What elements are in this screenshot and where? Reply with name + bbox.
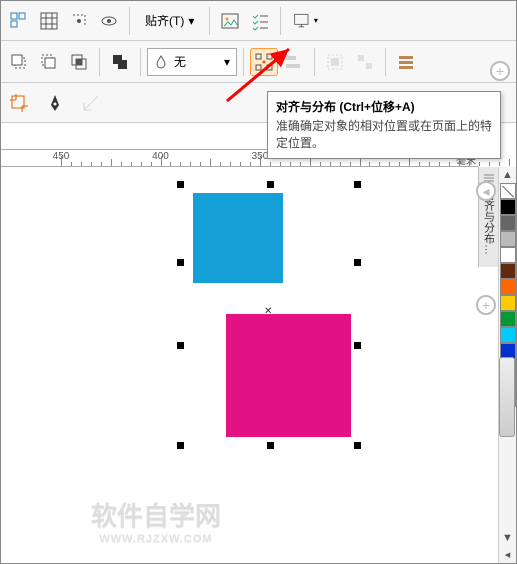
intersect-icon[interactable]	[65, 48, 93, 76]
sizing-icon[interactable]	[77, 89, 105, 117]
ungroup-icon[interactable]	[351, 48, 379, 76]
tooltip-title: 对齐与分布 (Ctrl+位移+A)	[276, 98, 492, 115]
group-icon[interactable]	[321, 48, 349, 76]
add-docker-button[interactable]: ◂	[476, 181, 496, 201]
scrollbar-thumb[interactable]	[499, 357, 515, 437]
color-swatch[interactable]	[500, 215, 516, 231]
palette-up-arrow[interactable]: ▲	[499, 167, 516, 183]
canvas-area[interactable]: ✕ 软件自学网 WWW.RJZXW.COM	[1, 167, 478, 563]
front-layer-icon[interactable]	[35, 48, 63, 76]
separator	[314, 48, 315, 76]
dropdown-arrow-icon: ▾	[188, 14, 194, 28]
color-swatch[interactable]	[500, 199, 516, 215]
tooltip-body: 准确确定对象的相对位置或在页面上的特定位置。	[276, 118, 492, 152]
pen-tool-icon[interactable]	[41, 89, 69, 117]
selection-handle[interactable]	[354, 259, 361, 266]
tooltip: 对齐与分布 (Ctrl+位移+A) 准确确定对象的相对位置或在页面上的特定位置。	[267, 91, 501, 159]
selection-handle[interactable]	[354, 181, 361, 188]
align-distribute-button[interactable]	[250, 48, 278, 76]
watermark: 软件自学网 WWW.RJZXW.COM	[91, 496, 221, 545]
grid-icon[interactable]	[35, 7, 63, 35]
dropdown-arrow-icon: ▾	[224, 55, 230, 69]
fill-value: 无	[174, 53, 186, 70]
separator	[129, 7, 130, 35]
color-swatch[interactable]	[500, 263, 516, 279]
selection-handle[interactable]	[354, 442, 361, 449]
separator	[140, 48, 141, 76]
color-palette: ▲ ▼ ◂	[498, 167, 516, 563]
drop-icon	[154, 55, 168, 69]
toolbar-row-1: 贴齐(T) ▾ ▾	[1, 1, 516, 41]
selection-handle[interactable]	[177, 181, 184, 188]
color-swatch[interactable]	[500, 311, 516, 327]
snap-dropdown[interactable]: 贴齐(T) ▾	[136, 7, 203, 35]
no-color-swatch[interactable]	[500, 183, 516, 199]
selection-handle[interactable]	[177, 342, 184, 349]
selection-handle[interactable]	[354, 342, 361, 349]
separator	[385, 48, 386, 76]
separator	[99, 48, 100, 76]
align-left-icon[interactable]	[280, 48, 308, 76]
presentation-icon[interactable]: ▾	[287, 7, 323, 35]
crop-tool-icon[interactable]	[5, 89, 33, 117]
color-swatch[interactable]	[500, 247, 516, 263]
pixel-grid-icon[interactable]	[5, 7, 33, 35]
show-icon[interactable]	[95, 7, 123, 35]
separator	[209, 7, 210, 35]
watermark-sub: WWW.RJZXW.COM	[91, 533, 221, 545]
image-frame-icon[interactable]	[216, 7, 244, 35]
selection-handle[interactable]	[177, 442, 184, 449]
color-swatch[interactable]	[500, 327, 516, 343]
separator	[280, 7, 281, 35]
blue-rectangle[interactable]	[193, 193, 283, 283]
toolbar-row-2: 无 ▾	[1, 41, 516, 83]
palette-down-arrow[interactable]: ▼	[499, 530, 516, 546]
fill-dropdown[interactable]: 无 ▾	[147, 48, 237, 76]
selection-handle[interactable]	[267, 442, 274, 449]
checklist-icon[interactable]	[246, 7, 274, 35]
selection-handle[interactable]	[267, 181, 274, 188]
pink-rectangle[interactable]	[226, 314, 351, 437]
palette-menu-arrow[interactable]: ◂	[499, 546, 516, 563]
align-to-grid-icon[interactable]	[65, 7, 93, 35]
color-swatch[interactable]	[500, 295, 516, 311]
align-panel-icon[interactable]	[392, 48, 420, 76]
add-toolbar-button[interactable]: +	[490, 61, 510, 81]
expand-docker-button[interactable]: +	[476, 295, 496, 315]
rotation-center-icon[interactable]: ✕	[264, 306, 272, 317]
color-swatch[interactable]	[500, 231, 516, 247]
watermark-main: 软件自学网	[91, 501, 221, 531]
color-swatch[interactable]	[500, 279, 516, 295]
back-layer-icon[interactable]	[5, 48, 33, 76]
snap-label: 贴齐(T)	[145, 12, 184, 29]
combine-icon[interactable]	[106, 48, 134, 76]
separator	[243, 48, 244, 76]
selection-handle[interactable]	[177, 259, 184, 266]
